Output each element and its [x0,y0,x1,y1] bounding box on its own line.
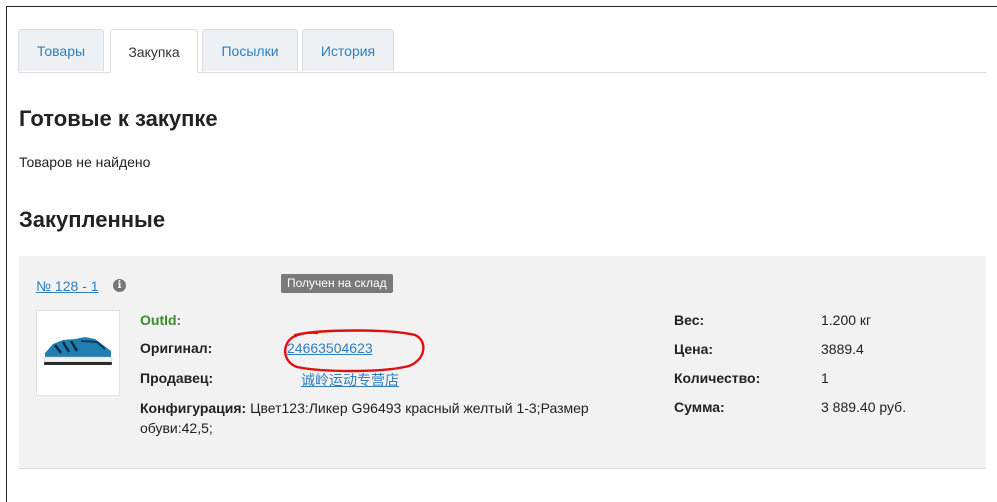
price-label: Цена: [674,341,714,357]
seller-link[interactable]: 诚岭运动专营店 [301,370,399,390]
annotation-circle [284,329,425,373]
tab-bar: Товары Закупка Посылки История [18,29,986,73]
configuration: Конфигурация: Цвет123:Ликер G96493 красн… [140,398,610,438]
tab-products[interactable]: Товары [18,29,104,71]
status-badge: Получен на склад [281,274,393,293]
ready-empty-message: Товаров не найдено [19,154,151,170]
weight-value: 1.200 кг [821,312,872,328]
configuration-label: Конфигурация: [140,400,247,416]
tab-purchase[interactable]: Закупка [110,29,198,73]
sum-value: 3 889.40 руб. [821,399,907,415]
price-value: 3889.4 [821,341,864,357]
product-thumbnail[interactable] [36,310,120,396]
sum-label: Сумма: [674,399,725,415]
order-number-link[interactable]: № 128 - 1 [36,278,99,294]
outid-label: OutId: [140,312,182,328]
seller-label: Продавец: [140,370,214,386]
tab-parcels[interactable]: Посылки [202,29,298,71]
order-panel: № 128 - 1 i Получен на склад OutId: Ориг… [19,256,986,469]
original-label: Оригинал: [140,340,213,356]
tab-history[interactable]: История [302,29,394,71]
info-icon[interactable]: i [113,279,126,292]
weight-label: Вес: [674,312,705,328]
ready-section-title: Готовые к закупке [19,106,218,131]
quantity-label: Количество: [674,370,761,386]
bought-section-title: Закупленные [19,207,166,232]
quantity-value: 1 [821,370,829,386]
sneaker-icon [43,337,113,365]
